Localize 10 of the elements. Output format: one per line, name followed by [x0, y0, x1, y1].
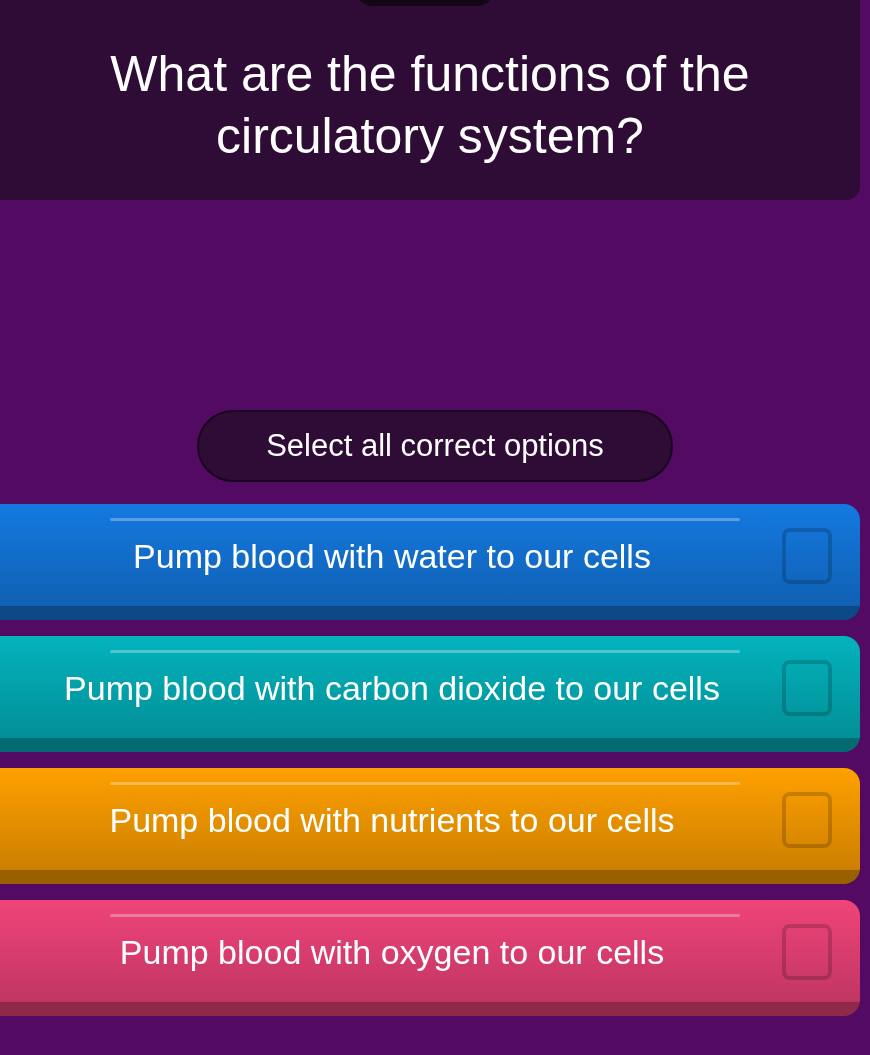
- answer-option[interactable]: Pump blood with water to our cells: [0, 504, 860, 620]
- answer-option[interactable]: Pump blood with carbon dioxide to our cells: [0, 636, 860, 752]
- checkbox[interactable]: [782, 924, 832, 980]
- answer-option[interactable]: Pump blood with oxygen to our cells: [0, 900, 860, 1016]
- checkbox[interactable]: [782, 660, 832, 716]
- instruction-label: Select all correct options: [197, 410, 673, 482]
- checkbox[interactable]: [782, 792, 832, 848]
- checkbox[interactable]: [782, 528, 832, 584]
- answer-option[interactable]: Pump blood with nutrients to our cells: [0, 768, 860, 884]
- question-text: What are the functions of the circulatory system?: [109, 45, 751, 166]
